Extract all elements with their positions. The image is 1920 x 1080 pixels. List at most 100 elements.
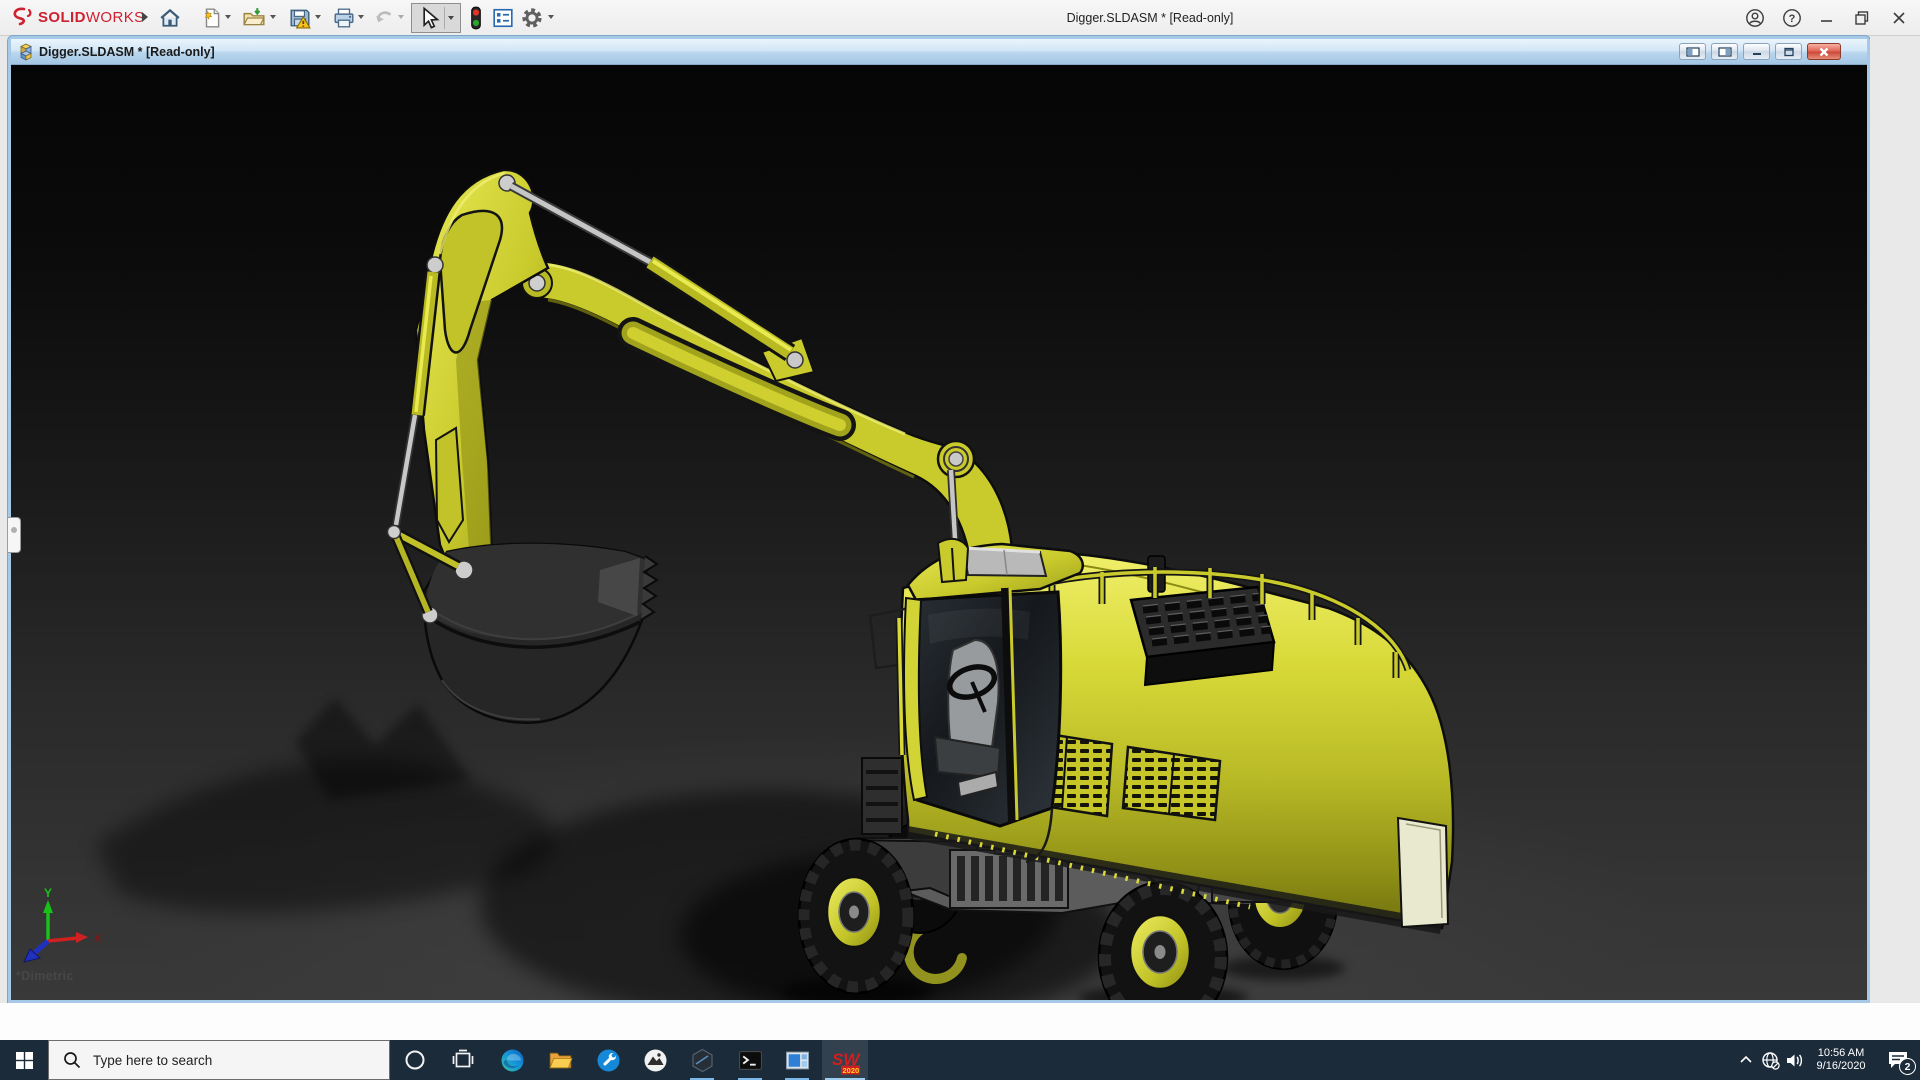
taskbar-search[interactable] [48, 1040, 390, 1080]
task-view-icon [452, 1049, 474, 1068]
system-tray: 10:56 AM 9/16/2020 2 [1734, 1040, 1920, 1080]
excavator-model [95, 168, 1660, 1000]
photos-button[interactable] [632, 1040, 678, 1080]
open-dropdown-arrow[interactable] [270, 15, 276, 19]
tray-time: 10:56 AM [1817, 1047, 1865, 1059]
search-input[interactable] [93, 1052, 363, 1068]
brand-solid: SOLID [38, 9, 86, 26]
triad-x-label: X [94, 933, 102, 945]
save-button[interactable] [286, 4, 314, 32]
print-button[interactable] [330, 4, 358, 32]
options-dropdown-arrow[interactable] [548, 15, 554, 19]
doc-minimize-icon [1752, 52, 1761, 55]
undo-icon [376, 11, 392, 23]
wrench-icon [597, 1049, 619, 1071]
save-icon [290, 9, 311, 29]
wrench-tool-button[interactable] [585, 1040, 631, 1080]
brand-expand-arrow[interactable] [142, 12, 148, 22]
select-dropdown-arrow[interactable] [448, 16, 454, 20]
print-dropdown-arrow[interactable] [358, 15, 364, 19]
close-button[interactable] [1884, 4, 1914, 32]
collapsed-panel-tab[interactable] [8, 517, 21, 553]
triangle-pin [426, 256, 444, 274]
graphics-viewport[interactable]: Y X *Dimetric [11, 65, 1867, 1000]
account-button[interactable] [1740, 4, 1770, 32]
undo-dropdown-arrow[interactable] [398, 15, 404, 19]
hexagon-app-button[interactable] [679, 1040, 725, 1080]
taskbar-clock[interactable]: 10:56 AM 9/16/2020 [1810, 1047, 1872, 1073]
hidden-icons-button[interactable] [1734, 1040, 1758, 1080]
select-tool-button[interactable] [411, 3, 461, 33]
doc-pane-right-button[interactable] [1711, 43, 1738, 60]
network-button[interactable] [1758, 1040, 1782, 1080]
app-window-title: Digger.SLDASM * [Read-only] [1066, 11, 1234, 25]
print-icon [334, 8, 354, 28]
notification-badge: 2 [1899, 1058, 1916, 1075]
doc-restore-icon [1783, 47, 1794, 56]
minimize-icon [1821, 20, 1832, 22]
home-icon [160, 8, 180, 27]
volume-button[interactable] [1782, 1040, 1806, 1080]
doc-restore-button[interactable] [1775, 43, 1802, 60]
front-wheel [797, 837, 915, 995]
brand-works: WORKS [85, 9, 145, 26]
doc-close-button[interactable] [1807, 43, 1841, 60]
cortana-button[interactable] [392, 1040, 438, 1080]
solidworks-taskbar-button[interactable]: SW 2020 [822, 1040, 868, 1080]
triad-y-label: Y [44, 886, 52, 900]
new-document-button[interactable] [198, 4, 226, 32]
pane-right-icon [1717, 46, 1732, 57]
traffic-light-icon [471, 6, 481, 30]
open-button[interactable] [240, 4, 268, 32]
svg-text:?: ? [1789, 13, 1796, 25]
solidworks-logo-icon [13, 7, 32, 26]
hexagon-app-icon [691, 1048, 713, 1072]
document-window: Digger.SLDASM * [Read-only] Y X *Dimetri… [8, 36, 1870, 1003]
rebuild-button[interactable] [462, 4, 490, 32]
close-icon [1893, 12, 1905, 24]
file-explorer-button[interactable] [537, 1040, 583, 1080]
panel-tab-dot [11, 527, 17, 533]
pane-left-icon [1685, 46, 1700, 57]
report-list-icon [493, 8, 513, 28]
app-titlebar: SOLIDWORKS Digger.SLDASM * [Read-only] ? [0, 0, 1920, 36]
solidworks-app-icon: SW 2020 [832, 1050, 860, 1075]
new-dropdown-arrow[interactable] [225, 15, 231, 19]
speaker-icon [1786, 1054, 1802, 1066]
minimize-button[interactable] [1812, 4, 1842, 32]
edge-icon [501, 1049, 523, 1071]
search-icon [64, 1052, 81, 1069]
terminal-button[interactable] [727, 1040, 773, 1080]
tray-date: 9/16/2020 [1816, 1060, 1866, 1072]
undo-button[interactable] [371, 4, 399, 32]
view-orientation-label: *Dimetric [16, 969, 74, 983]
orientation-triad[interactable]: Y X [18, 883, 118, 978]
cortana-icon [405, 1050, 425, 1070]
stick-arm [414, 168, 550, 564]
remote-window-button[interactable] [774, 1040, 820, 1080]
document-title: Digger.SLDASM * [Read-only] [39, 45, 215, 59]
document-titlebar[interactable]: Digger.SLDASM * [Read-only] [11, 39, 1867, 65]
home-button[interactable] [156, 4, 184, 32]
doc-close-icon [1819, 47, 1829, 56]
doc-pane-left-button[interactable] [1679, 43, 1706, 60]
restore-button[interactable] [1847, 4, 1877, 32]
open-folder-icon [243, 8, 265, 26]
boom-arm [521, 259, 1014, 587]
save-dropdown-arrow[interactable] [315, 15, 321, 19]
edge-button[interactable] [489, 1040, 535, 1080]
action-center-button[interactable]: 2 [1876, 1040, 1920, 1080]
select-cursor-icon [423, 6, 440, 29]
solidworks-application: SOLIDWORKS Digger.SLDASM * [Read-only] ?… [0, 0, 1920, 1080]
account-icon [1746, 9, 1764, 27]
app-background-right [1870, 36, 1920, 1040]
evaluate-button[interactable] [489, 4, 517, 32]
solidworks-logo[interactable]: SOLIDWORKS [10, 7, 145, 29]
file-explorer-icon [548, 1052, 573, 1068]
help-icon: ? [1783, 9, 1801, 27]
task-view-button[interactable] [440, 1040, 486, 1080]
help-button[interactable]: ? [1777, 4, 1807, 32]
start-button[interactable] [0, 1040, 48, 1080]
doc-minimize-button[interactable] [1743, 43, 1770, 60]
options-button[interactable] [518, 4, 546, 32]
